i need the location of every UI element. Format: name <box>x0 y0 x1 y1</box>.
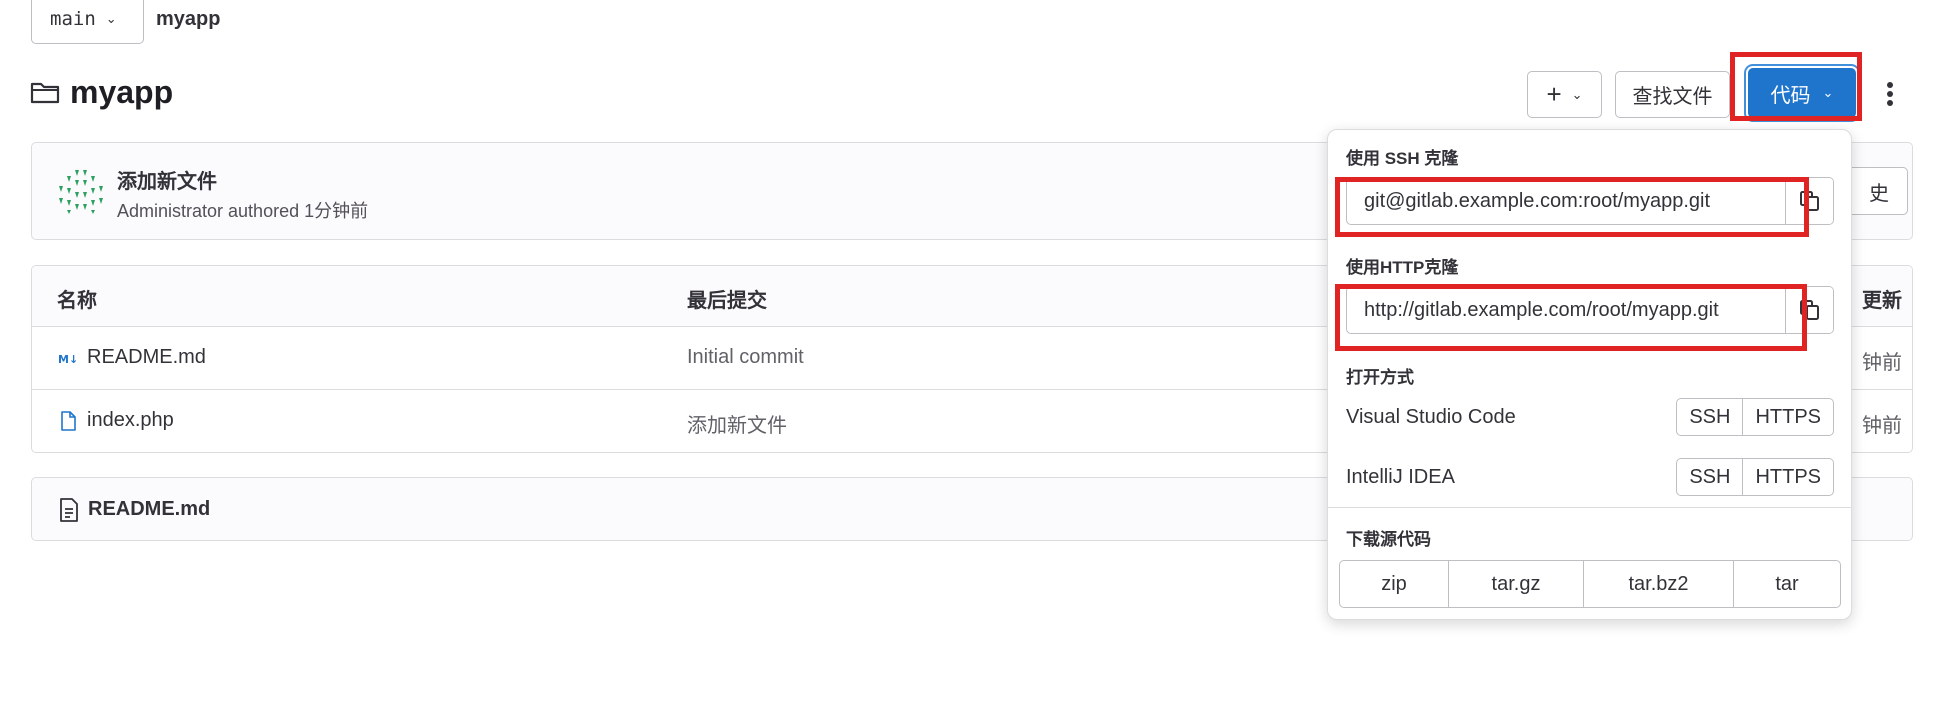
download-tar-button[interactable]: tar <box>1734 560 1841 608</box>
file-name-link[interactable]: index.php <box>87 409 174 432</box>
updated-time: 钟前 <box>1862 415 1902 437</box>
svg-text:M↓: M↓ <box>58 353 78 366</box>
ide-name: Visual Studio Code <box>1346 406 1516 428</box>
open-in-label: 打开方式 <box>1346 368 1414 387</box>
http-clone-label: 使用HTTP克隆 <box>1346 258 1459 277</box>
file-icon <box>61 411 76 431</box>
markdown-icon: M↓ <box>58 353 78 366</box>
commit-title-link[interactable]: 添加新文件 <box>117 165 217 194</box>
download-tar-gz-button[interactable]: tar.gz <box>1449 560 1584 608</box>
copy-ssh-url-button[interactable] <box>1785 178 1833 224</box>
copy-http-url-button[interactable] <box>1785 287 1833 333</box>
last-commit-link[interactable]: 添加新文件 <box>687 409 787 438</box>
ssh-clone-field <box>1346 177 1834 225</box>
ssh-clone-label: 使用 SSH 克隆 <box>1346 149 1459 168</box>
copy-icon <box>1799 191 1819 211</box>
intellij-https-button[interactable]: HTTPS <box>1743 458 1834 496</box>
branch-selector[interactable]: main ⌄ <box>31 0 144 44</box>
last-commit-link[interactable]: Initial commit <box>687 346 804 369</box>
commit-meta: Administrator authored 1分钟前 <box>117 201 369 221</box>
folder-icon <box>30 82 60 104</box>
ide-row-vscode: Visual Studio Code SSH HTTPS <box>1346 398 1834 438</box>
http-clone-field <box>1346 286 1834 334</box>
updated-time: 钟前 <box>1862 352 1902 374</box>
copy-icon <box>1799 300 1819 320</box>
download-source-label: 下载源代码 <box>1346 530 1431 549</box>
ssh-clone-input[interactable] <box>1347 178 1777 224</box>
document-icon <box>60 498 78 522</box>
file-name-link[interactable]: README.md <box>87 346 206 369</box>
http-clone-input[interactable] <box>1347 287 1777 333</box>
ide-row-intellij: IntelliJ IDEA SSH HTTPS <box>1346 458 1834 498</box>
download-format-group: zip tar.gz tar.bz2 tar <box>1339 560 1841 608</box>
download-tar-bz2-button[interactable]: tar.bz2 <box>1584 560 1734 608</box>
code-dropdown-menu: 使用 SSH 克隆 使用HTTP克隆 打开方式 Visual Studio Co… <box>1327 129 1852 620</box>
code-button-label: 代码 <box>1770 84 1811 107</box>
vscode-ssh-button[interactable]: SSH <box>1676 398 1744 436</box>
chevron-down-icon: ⌄ <box>1822 85 1834 100</box>
column-header-last-commit: 最后提交 <box>687 290 767 312</box>
column-header-updated: 更新 <box>1862 290 1902 312</box>
column-header-name: 名称 <box>57 290 97 312</box>
vscode-https-button[interactable]: HTTPS <box>1743 398 1834 436</box>
readme-title: README.md <box>88 498 211 520</box>
find-file-button[interactable]: 查找文件 <box>1615 71 1730 118</box>
ide-name: IntelliJ IDEA <box>1346 466 1455 488</box>
avatar[interactable] <box>57 168 105 216</box>
breadcrumb-project-link[interactable]: myapp <box>156 8 220 31</box>
download-zip-button[interactable]: zip <box>1339 560 1449 608</box>
code-button[interactable]: 代码 ⌄ <box>1748 68 1856 118</box>
branch-name: main <box>50 8 96 30</box>
intellij-ssh-button[interactable]: SSH <box>1676 458 1744 496</box>
chevron-down-icon: ⌄ <box>1571 86 1583 102</box>
page-title: myapp <box>70 74 174 110</box>
divider <box>1328 507 1851 508</box>
add-button[interactable]: + ⌄ <box>1527 71 1602 118</box>
more-actions-icon[interactable] <box>1880 78 1900 110</box>
chevron-down-icon: ⌄ <box>105 11 117 27</box>
plus-icon: + <box>1546 79 1562 109</box>
